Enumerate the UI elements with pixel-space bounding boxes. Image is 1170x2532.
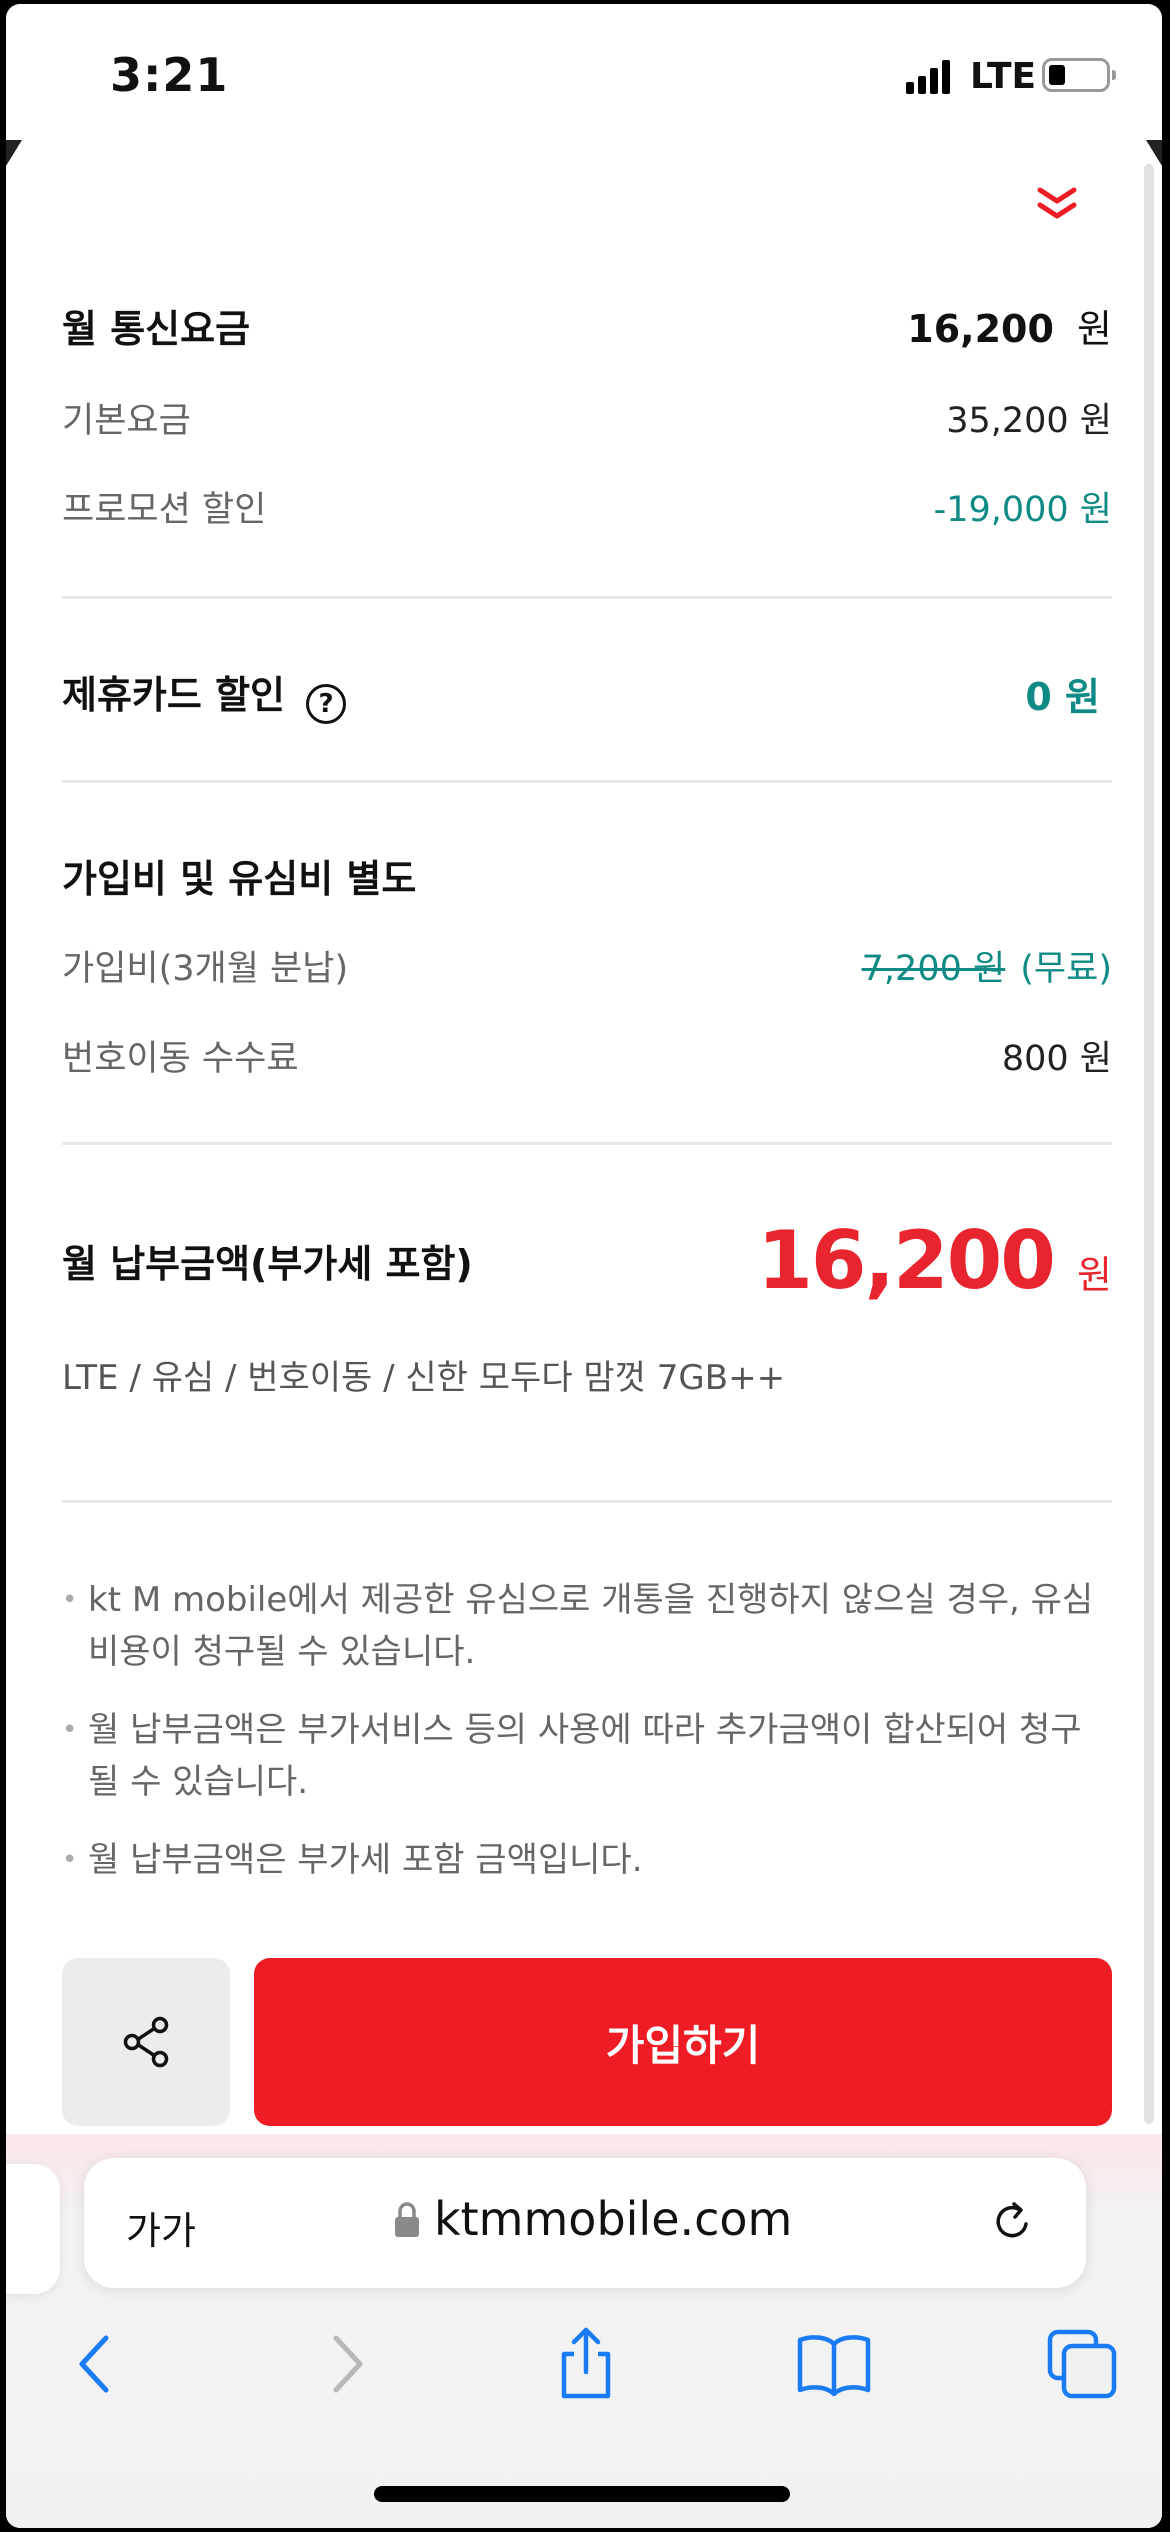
- bookmarks-icon[interactable]: [794, 2324, 874, 2404]
- notice-list: kt M mobile에서 제공한 유심으로 개통을 진행하지 않으실 경우, …: [62, 1574, 1112, 1912]
- notice-item: 월 납부금액은 부가서비스 등의 사용에 따라 추가금액이 합산되어 청구 될 …: [62, 1704, 1112, 1808]
- reload-icon[interactable]: [984, 2194, 1040, 2250]
- card-discount-row: 제휴카드 할인 ? 0 원: [62, 664, 1112, 724]
- monthly-fee-label: 월 통신요금: [62, 307, 251, 351]
- divider: [62, 1500, 1112, 1503]
- promo-discount-label: 프로모션 할인: [62, 490, 267, 530]
- corner-shadow-left: [6, 140, 22, 166]
- url-text[interactable]: ktmmobile.com: [434, 2192, 792, 2246]
- chevron-double-down-icon[interactable]: [1032, 180, 1082, 230]
- extra-fees-title-row: 가입비 및 유심비 별도: [62, 848, 1112, 903]
- share-icon: [123, 2016, 169, 2068]
- lock-icon: [395, 2202, 419, 2237]
- address-bar[interactable]: 가가 ktmmobile.com: [84, 2158, 1086, 2288]
- divider: [62, 780, 1112, 783]
- network-type: LTE: [970, 56, 1037, 97]
- browser-toolbar: [6, 2324, 1162, 2424]
- signal-icon: [906, 60, 956, 94]
- promo-discount-row: 프로모션 할인 -19,000 원: [62, 481, 1112, 532]
- monthly-fee-row: 월 통신요금 16,200 원: [62, 298, 1112, 353]
- phone-screen: 3:21 LTE 월 통신요금 16,200 원 기본요금 35,200 원 프…: [6, 4, 1162, 2528]
- status-bar: 3:21 LTE: [6, 4, 1162, 144]
- scroll-track: [1144, 164, 1154, 2124]
- base-fee-label: 기본요금: [62, 401, 191, 441]
- signup-fee-row: 가입비(3개월 분납) 7,200 원 (무료): [62, 940, 1112, 991]
- base-fee-value: 35,200 원: [946, 401, 1112, 441]
- card-discount-title: 제휴카드 할인 ?: [62, 664, 347, 724]
- share-button[interactable]: [62, 1958, 230, 2126]
- port-fee-row: 번호이동 수수료 800 원: [62, 1030, 1112, 1081]
- battery-icon: [1042, 58, 1116, 92]
- monthly-fee-amount: 16,200 원: [907, 298, 1112, 353]
- plan-summary: LTE / 유심 / 번호이동 / 신한 모두다 맘껏 7GB++: [62, 1358, 786, 1398]
- total-row: 월 납부금액(부가세 포함) 16,200 원: [62, 1214, 1112, 1307]
- card-discount-value: 0 원: [1025, 675, 1100, 720]
- signup-fee-free: (무료): [1020, 949, 1112, 989]
- notice-item: kt M mobile에서 제공한 유심으로 개통을 진행하지 않으실 경우, …: [62, 1574, 1112, 1678]
- join-button[interactable]: 가입하기: [254, 1958, 1112, 2126]
- browser-chrome: 가가 ktmmobile.com: [6, 2134, 1162, 2528]
- status-time: 3:21: [110, 48, 229, 102]
- card-discount-label: 제휴카드 할인: [62, 673, 285, 717]
- home-indicator[interactable]: [374, 2486, 790, 2502]
- signup-fee-original: 7,200 원: [861, 949, 1006, 989]
- promo-discount-value: -19,000 원: [933, 490, 1112, 530]
- divider: [62, 1142, 1112, 1145]
- share-sheet-icon[interactable]: [546, 2324, 626, 2404]
- monthly-fee-unit: 원: [1077, 307, 1112, 351]
- forward-icon[interactable]: [306, 2324, 386, 2404]
- monthly-fee-value: 16,200: [907, 307, 1054, 351]
- signup-fee-label: 가입비(3개월 분납): [62, 949, 349, 989]
- help-icon[interactable]: ?: [306, 683, 347, 724]
- total-unit: 원: [1077, 1253, 1112, 1297]
- total-amount: 16,200 원: [757, 1214, 1112, 1307]
- tabs-icon[interactable]: [1042, 2324, 1122, 2404]
- port-fee-label: 번호이동 수수료: [62, 1039, 299, 1079]
- total-value: 16,200: [757, 1214, 1056, 1307]
- total-label: 월 납부금액(부가세 포함): [62, 1242, 473, 1286]
- port-fee-value: 800 원: [1001, 1039, 1112, 1079]
- notice-item: 월 납부금액은 부가세 포함 금액입니다.: [62, 1834, 1112, 1886]
- base-fee-row: 기본요금 35,200 원: [62, 392, 1112, 443]
- text-size-button[interactable]: 가가: [126, 2200, 196, 2255]
- corner-shadow-right: [1146, 140, 1162, 166]
- signup-fee-value: 7,200 원 (무료): [862, 940, 1112, 991]
- divider: [62, 596, 1112, 599]
- extra-fees-title: 가입비 및 유심비 별도: [62, 857, 417, 901]
- back-icon[interactable]: [56, 2324, 136, 2404]
- previous-tab-peek[interactable]: [6, 2164, 60, 2294]
